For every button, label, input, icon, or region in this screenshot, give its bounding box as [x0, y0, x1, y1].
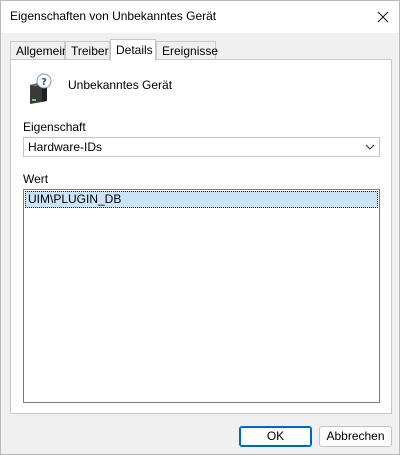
title-bar[interactable]: Eigenschaften von Unbekanntes Gerät	[1, 1, 399, 33]
tab-details[interactable]: Details	[110, 39, 156, 61]
tab-ereignisse[interactable]: Ereignisse	[156, 41, 218, 59]
ok-button[interactable]: OK	[239, 426, 312, 447]
property-dropdown[interactable]: Hardware-IDs	[23, 137, 380, 157]
tab-allgemein[interactable]: Allgemein	[10, 41, 69, 59]
details-panel: ? Unbekanntes Gerät Eigenschaft Hardware…	[10, 59, 392, 414]
property-selected-value: Hardware-IDs	[28, 140, 103, 154]
close-icon	[377, 11, 389, 23]
window-title: Eigenschaften von Unbekanntes Gerät	[10, 9, 217, 23]
cancel-button[interactable]: Abbrechen	[319, 426, 392, 447]
close-button[interactable]	[367, 1, 399, 33]
unknown-device-icon: ?	[30, 73, 52, 104]
device-name: Unbekanntes Gerät	[68, 78, 173, 92]
tab-treiber[interactable]: Treiber	[65, 41, 110, 59]
value-label: Wert	[23, 172, 49, 186]
properties-dialog: Eigenschaften von Unbekanntes Gerät Allg…	[0, 0, 400, 455]
property-label: Eigenschaft	[23, 120, 86, 134]
list-item[interactable]: UIM\PLUGIN_DB	[25, 191, 378, 208]
value-listbox[interactable]: UIM\PLUGIN_DB	[23, 189, 380, 403]
svg-text:?: ?	[41, 77, 47, 88]
chevron-down-icon	[365, 144, 375, 150]
